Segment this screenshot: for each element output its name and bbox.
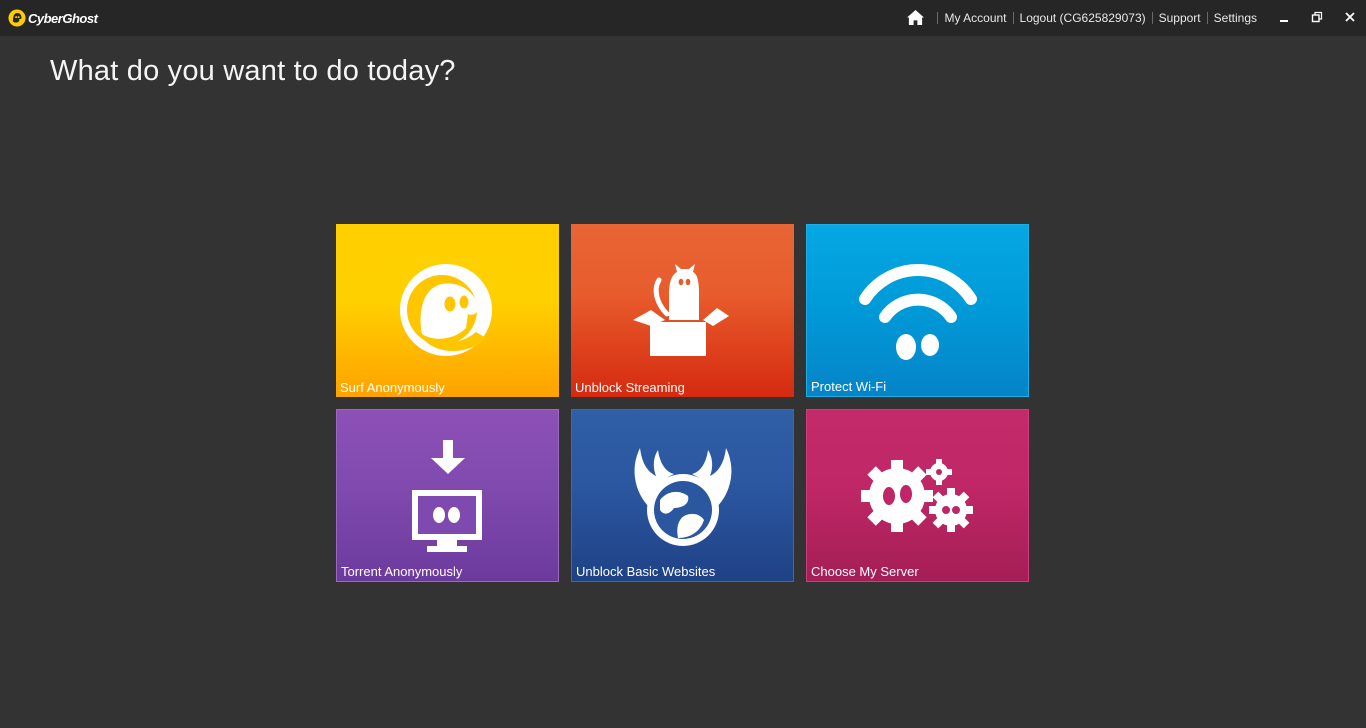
home-icon[interactable] [906,9,925,26]
nav-separator [1206,11,1208,24]
tile-label: Unblock Basic Websites [576,564,716,579]
nav-separator [937,11,939,24]
cyberghost-logo-icon [8,9,26,27]
top-navigation: My Account Logout (CG625829073) Support … [906,9,1257,26]
nav-separator [1151,11,1153,24]
ghost-icon [400,264,492,356]
cat-in-box-icon [633,264,729,356]
download-monitor-icon [412,440,482,552]
nav-separator [1012,11,1014,24]
minimize-icon[interactable] [1277,10,1291,24]
tile-label: Choose My Server [811,564,919,579]
unblock-streaming-tile[interactable]: Unblock Streaming [571,224,794,397]
tile-label: Torrent Anonymously [341,564,463,579]
torrent-anonymously-tile[interactable]: Torrent Anonymously [336,409,559,582]
choose-my-server-tile[interactable]: Choose My Server [806,409,1029,582]
logout-link[interactable]: Logout (CG625829073) [1020,11,1146,25]
surf-anonymously-tile[interactable]: Surf Anonymously [336,224,559,397]
tile-label: Surf Anonymously [340,380,445,395]
brand: CyberGhost [8,8,98,28]
support-link[interactable]: Support [1159,11,1201,25]
title-bar: CyberGhost My Account Logout (CG62582907… [0,0,1366,36]
tile-label: Unblock Streaming [575,380,685,395]
close-icon[interactable] [1343,10,1357,24]
brand-name: CyberGhost [28,10,98,26]
tile-label: Protect Wi-Fi [811,379,887,394]
wifi-icon [859,264,977,360]
unblock-basic-websites-tile[interactable]: Unblock Basic Websites [571,409,794,582]
restore-icon[interactable] [1310,10,1324,24]
winged-globe-icon [634,448,732,546]
settings-link[interactable]: Settings [1214,11,1257,25]
gears-icon [861,459,973,532]
protect-wifi-tile[interactable]: Protect Wi-Fi [806,224,1029,397]
my-account-link[interactable]: My Account [944,11,1006,25]
page-title: What do you want to do today? [50,55,456,87]
